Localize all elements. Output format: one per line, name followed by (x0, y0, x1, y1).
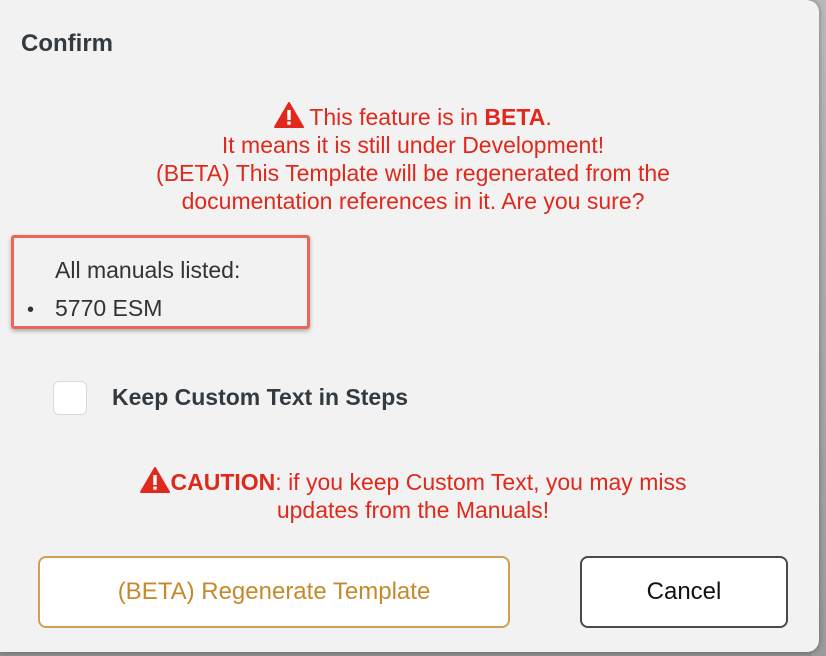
regenerate-template-button[interactable]: (BETA) Regenerate Template (38, 556, 510, 628)
cancel-button[interactable]: Cancel (580, 556, 788, 628)
keep-custom-text-checkbox[interactable] (53, 381, 87, 415)
beta-warning-line4: documentation references in it. Are you … (181, 188, 645, 214)
bullet-icon: • (27, 299, 35, 321)
beta-warning: This feature is in BETA. It means it is … (0, 102, 826, 215)
dialog-title: Confirm (21, 30, 113, 57)
caution-text: : if you keep Custom Text, you may miss (275, 469, 687, 495)
caution-warning: CAUTION: if you keep Custom Text, you ma… (0, 467, 826, 524)
manual-name: 5770 ESM (55, 295, 163, 321)
beta-warning-prefix: This feature is in (309, 104, 485, 130)
warning-triangle-icon (139, 467, 170, 493)
beta-warning-suffix: . (545, 104, 552, 130)
beta-warning-line3: (BETA) This Template will be regenerated… (156, 160, 670, 186)
caution-label: CAUTION (170, 469, 276, 495)
list-item: • 5770 ESM (27, 295, 162, 322)
beta-warning-line2: It means it is still under Development! (221, 132, 605, 158)
beta-label: BETA (484, 104, 546, 130)
manuals-list-box: All manuals listed: • 5770 ESM (11, 235, 310, 329)
confirm-dialog: Confirm This feature is in BETA. It mean… (0, 0, 819, 652)
manuals-heading: All manuals listed: (55, 257, 241, 283)
warning-triangle-icon (274, 102, 305, 128)
caution-line2: updates from the Manuals! (276, 497, 550, 523)
keep-custom-text-label[interactable]: Keep Custom Text in Steps (112, 384, 408, 411)
